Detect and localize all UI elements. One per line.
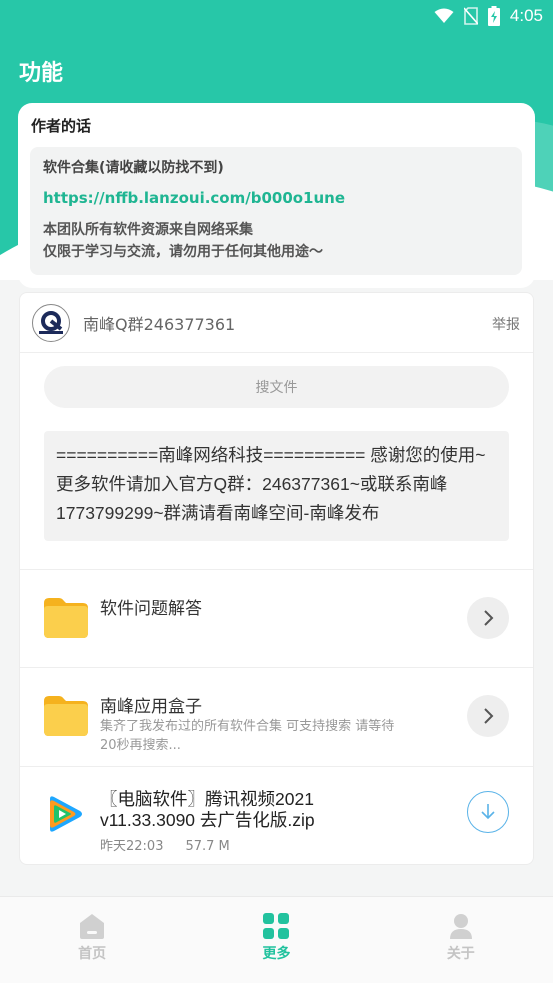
nav-about-label: 关于 <box>446 946 475 962</box>
nav-more[interactable]: 更多 <box>184 897 368 983</box>
folder-icon <box>44 598 88 638</box>
status-bar: 4:05 <box>0 0 553 32</box>
file-meta: 昨天22:03 57.7 M <box>100 835 230 854</box>
notice-line: 仅限于学习与交流，请勿用于任何其他用途～ <box>43 244 323 260</box>
list-item-file[interactable]: 〖电脑软件〗腾讯视频2021 v11.33.3090 去广告化版.zip 昨天2… <box>20 766 533 865</box>
search-input[interactable]: 搜文件 <box>44 366 509 408</box>
nav-more-label: 更多 <box>262 946 291 962</box>
collection-link[interactable]: https://nffb.lanzoui.com/b000o1une <box>43 189 509 207</box>
tencent-video-icon <box>50 796 82 832</box>
chevron-right-icon <box>484 708 494 724</box>
no-sim-icon <box>463 7 478 25</box>
open-button[interactable] <box>467 695 509 737</box>
notice-line: 软件合集(请收藏以防找不到) <box>43 160 224 176</box>
author-notice: 软件合集(请收藏以防找不到) https://nffb.lanzoui.com/… <box>30 147 522 275</box>
item-subtitle: 集齐了我发布过的所有软件合集 可支持搜索 请等待20秒再搜索... <box>100 719 395 753</box>
nav-home-label: 首页 <box>78 946 107 962</box>
status-time: 4:05 <box>509 6 543 25</box>
home-icon <box>80 914 105 939</box>
wifi-icon <box>434 8 454 23</box>
share-panel: 南峰Q群246377361 举报 搜文件 ==========南峰网络科技===… <box>19 292 534 865</box>
avatar <box>32 303 70 342</box>
item-title: 软件问题解答 <box>100 599 202 619</box>
share-description: ==========南峰网络科技========== 感谢您的使用~更多软件请加… <box>44 431 509 541</box>
owner-row[interactable]: 南峰Q群246377361 举报 <box>20 293 533 353</box>
nav-about[interactable]: 关于 <box>369 897 553 983</box>
bottom-nav: 首页 更多 关于 <box>0 896 553 983</box>
item-title: 南峰应用盒子 <box>100 697 202 717</box>
grid-icon <box>263 913 290 939</box>
author-card-title: 作者的话 <box>31 117 92 135</box>
user-icon <box>449 914 472 939</box>
battery-charging-icon <box>487 6 500 26</box>
notice-line: 本团队所有软件资源来自网络采集 <box>43 222 253 238</box>
download-icon <box>481 804 495 820</box>
chevron-right-icon <box>484 610 494 626</box>
author-card: 作者的话 软件合集(请收藏以防找不到) https://nffb.lanzoui… <box>18 103 535 288</box>
nav-home[interactable]: 首页 <box>0 897 184 983</box>
open-button[interactable] <box>467 597 509 639</box>
list-item-folder[interactable]: 南峰应用盒子 集齐了我发布过的所有软件合集 可支持搜索 请等待20秒再搜索... <box>20 667 533 765</box>
download-button[interactable] <box>467 791 509 833</box>
file-date: 昨天22:03 <box>100 839 164 854</box>
file-title: 〖电脑软件〗腾讯视频2021 v11.33.3090 去广告化版.zip <box>100 789 315 830</box>
page-title: 功能 <box>19 61 64 86</box>
list-item-folder[interactable]: 软件问题解答 <box>20 569 533 667</box>
report-button[interactable]: 举报 <box>492 314 520 334</box>
file-size: 57.7 M <box>185 839 230 854</box>
folder-icon <box>44 696 88 736</box>
owner-name: 南峰Q群246377361 <box>83 314 236 334</box>
avatar-logo-icon <box>39 310 63 334</box>
